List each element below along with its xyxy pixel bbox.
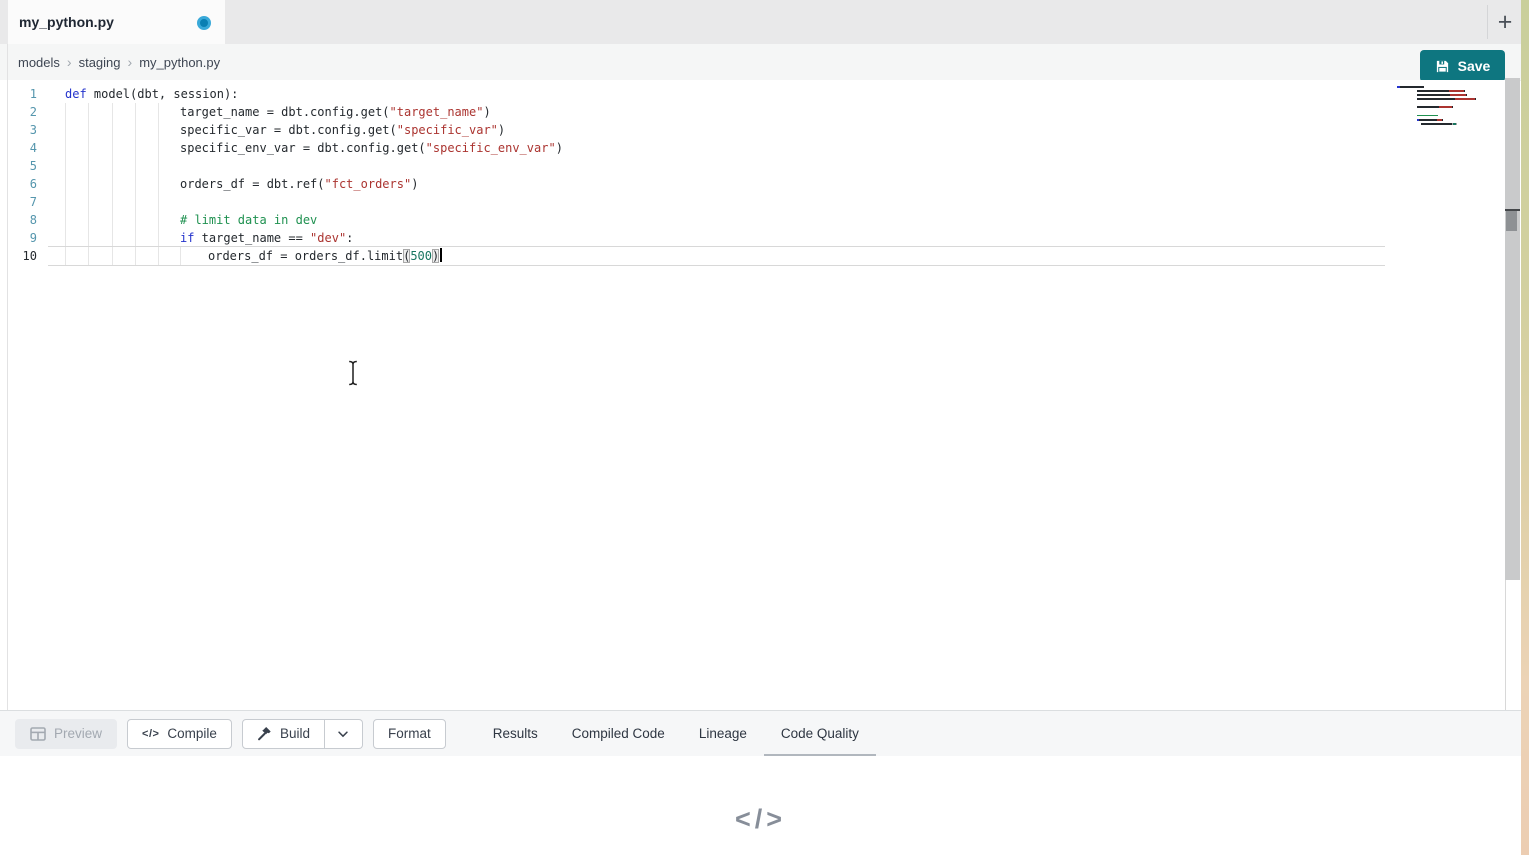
minimap-line: [1397, 119, 1505, 121]
sidebar-divider[interactable]: [7, 44, 8, 710]
action-buttons: Preview </> Compile Build Format: [0, 719, 446, 749]
code-line[interactable]: 10orders_df = orders_df.limit(500): [0, 247, 1505, 265]
bottom-toolbar: Preview </> Compile Build Format ResultsComp…: [0, 710, 1521, 756]
minimap-line: [1397, 94, 1505, 96]
minimap-line: [1397, 102, 1505, 104]
tab-lineage[interactable]: Lineage: [682, 711, 764, 757]
minimap-line: [1397, 123, 1505, 125]
code-line[interactable]: 8# limit data in dev: [0, 211, 1505, 229]
file-tab-my-python[interactable]: my_python.py: [8, 0, 225, 44]
tab-compiled-code[interactable]: Compiled Code: [555, 711, 682, 757]
build-label: Build: [280, 726, 310, 741]
tab-results[interactable]: Results: [476, 711, 555, 757]
chevron-down-icon: [336, 727, 350, 741]
chevron-right-icon: ›: [128, 54, 133, 70]
hammer-icon: [257, 726, 272, 741]
desktop-edge-strip: [1521, 0, 1529, 855]
ibeam-mouse-cursor: [346, 359, 360, 387]
breadcrumb-bar: models › staging › my_python.py: [0, 44, 1521, 81]
build-options-button[interactable]: [325, 719, 363, 749]
minimap-line: [1397, 90, 1505, 92]
minimap-line: [1397, 111, 1505, 113]
code-lines: 1def model(dbt, session):2target_name = …: [0, 85, 1505, 265]
dbt-ide-window: my_python.py + models › staging › my_python.…: [0, 0, 1529, 855]
code-line[interactable]: 1def model(dbt, session):: [0, 85, 1505, 103]
save-label: Save: [1458, 58, 1491, 74]
code-text: orders_df = dbt.ref("fct_orders"): [65, 175, 418, 193]
code-text: orders_df = orders_df.limit(500): [65, 247, 442, 265]
breadcrumb-item[interactable]: models: [18, 55, 60, 70]
compile-label: Compile: [167, 726, 217, 741]
minimap-line: [1397, 98, 1505, 100]
code-slash-icon: </>: [0, 804, 1521, 835]
minimap-line: [1397, 115, 1505, 117]
code-text: if target_name == "dev":: [65, 229, 353, 247]
unsaved-changes-dot: [197, 16, 211, 30]
compile-button[interactable]: </> Compile: [127, 719, 232, 749]
scrollbar-thumb[interactable]: [1506, 211, 1517, 231]
minimap-line: [1397, 106, 1505, 108]
save-icon: [1435, 59, 1450, 74]
code-line[interactable]: 5: [0, 157, 1505, 175]
new-tab-button[interactable]: +: [1490, 4, 1520, 40]
breadcrumb-item[interactable]: staging: [79, 55, 121, 70]
preview-label: Preview: [54, 726, 102, 741]
table-icon: [30, 727, 46, 741]
breadcrumb-item[interactable]: my_python.py: [139, 55, 220, 70]
format-label: Format: [388, 726, 431, 741]
format-button[interactable]: Format: [373, 719, 446, 749]
results-panel: </>: [0, 756, 1521, 855]
save-button[interactable]: Save: [1420, 50, 1505, 82]
tab-code-quality[interactable]: Code Quality: [764, 711, 876, 757]
build-button[interactable]: Build: [242, 719, 325, 749]
divider: [1487, 5, 1488, 39]
chevron-right-icon: ›: [67, 54, 72, 70]
text-caret: [440, 248, 442, 262]
editor-tab-bar: my_python.py +: [0, 0, 1521, 44]
vertical-scrollbar[interactable]: [1505, 78, 1520, 580]
panel-tabs: ResultsCompiled CodeLineageCode Quality: [476, 711, 876, 757]
code-line[interactable]: 2target_name = dbt.config.get("target_na…: [0, 103, 1505, 121]
code-line[interactable]: 4specific_env_var = dbt.config.get("spec…: [0, 139, 1505, 157]
code-editor[interactable]: 1def model(dbt, session):2target_name = …: [0, 80, 1505, 710]
code-line[interactable]: 3specific_var = dbt.config.get("specific…: [0, 121, 1505, 139]
preview-button[interactable]: Preview: [15, 719, 117, 749]
breadcrumb: models › staging › my_python.py: [0, 54, 220, 70]
code-text: # limit data in dev: [65, 211, 317, 229]
code-line[interactable]: 9if target_name == "dev":: [0, 229, 1505, 247]
editor-right-border: [1505, 580, 1506, 710]
code-line[interactable]: 7: [0, 193, 1505, 211]
file-tab-label: my_python.py: [8, 14, 114, 30]
code-text: target_name = dbt.config.get("target_nam…: [65, 103, 491, 121]
code-text: specific_env_var = dbt.config.get("speci…: [65, 139, 563, 157]
code-text: specific_var = dbt.config.get("specific_…: [65, 121, 505, 139]
code-line[interactable]: 6orders_df = dbt.ref("fct_orders"): [0, 175, 1505, 193]
build-split-button: Build: [242, 719, 363, 749]
minimap-line: [1397, 86, 1505, 88]
minimap[interactable]: [1397, 86, 1505, 127]
code-text: def model(dbt, session):: [65, 85, 238, 103]
code-icon: </>: [142, 728, 159, 740]
